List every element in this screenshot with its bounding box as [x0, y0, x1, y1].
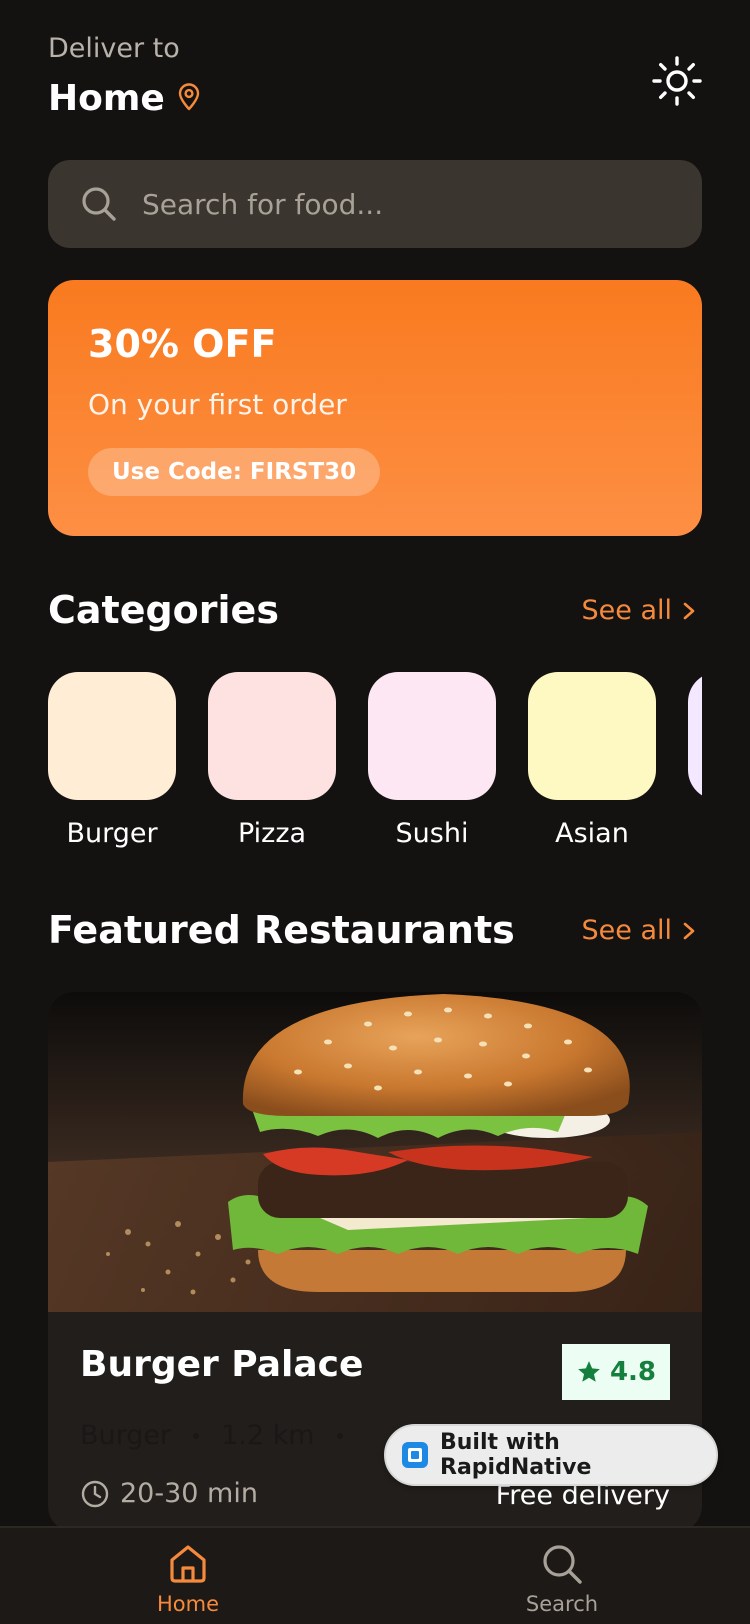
see-all-label: See all	[581, 915, 673, 946]
promo-title: 30% OFF	[88, 322, 277, 366]
see-all-label: See all	[581, 595, 673, 626]
search-icon	[82, 187, 116, 221]
search-bar[interactable]	[48, 160, 702, 248]
search-input[interactable]	[142, 187, 662, 221]
map-pin-icon	[177, 82, 205, 115]
chevron-right-icon	[683, 922, 695, 939]
sun-icon	[652, 56, 702, 106]
category-item-more[interactable]	[688, 672, 702, 818]
location-selector[interactable]: Home	[48, 78, 205, 119]
featured-see-all-link[interactable]: See all	[582, 915, 699, 946]
home-icon	[170, 1545, 206, 1583]
separator-dot	[193, 1432, 200, 1439]
delivery-time-row: 20-30 min	[80, 1478, 258, 1509]
built-with-badge[interactable]: Built with RapidNative	[384, 1424, 718, 1486]
category-item-burger[interactable]: Burger	[48, 672, 176, 849]
category-label: Burger	[66, 818, 158, 849]
theme-toggle-button[interactable]	[652, 56, 702, 106]
restaurant-cuisine: Burger	[80, 1420, 172, 1451]
category-tile	[368, 672, 496, 800]
clock-icon	[81, 1480, 109, 1507]
tab-search[interactable]: Search	[502, 1542, 622, 1616]
tab-home-label: Home	[156, 1592, 219, 1616]
restaurant-distance: 1.2 km	[221, 1420, 315, 1451]
category-label: Asian	[555, 818, 629, 849]
featured-restaurants-title: Featured Restaurants	[48, 908, 515, 952]
category-tile	[528, 672, 656, 800]
bottom-tab-bar: Home Search	[0, 1526, 750, 1624]
category-label: Sushi	[395, 818, 469, 849]
tab-search-label: Search	[525, 1592, 599, 1616]
rapidnative-logo-icon	[402, 1442, 428, 1468]
promo-subtitle: On your first order	[88, 388, 347, 421]
categories-see-all-link[interactable]: See all	[582, 595, 699, 626]
deliver-to-label: Deliver to	[48, 33, 180, 64]
category-item-pizza[interactable]: Pizza	[208, 672, 336, 849]
promo-code-badge[interactable]: Use Code: FIRST30	[88, 448, 381, 496]
category-label: Pizza	[237, 818, 307, 849]
category-tile	[208, 672, 336, 800]
separator-dot	[336, 1432, 343, 1439]
rating-value: 4.8	[609, 1357, 657, 1387]
categories-list[interactable]: Burger Pizza Sushi Asian	[48, 672, 702, 862]
category-item-asian[interactable]: Asian	[528, 672, 656, 849]
rating-badge: 4.8	[562, 1344, 670, 1400]
chevron-right-icon	[683, 602, 695, 619]
category-tile	[688, 672, 702, 800]
search-icon	[543, 1545, 582, 1584]
delivery-time: 20-30 min	[120, 1478, 258, 1509]
category-item-sushi[interactable]: Sushi	[368, 672, 496, 849]
category-tile	[48, 672, 176, 800]
promo-banner[interactable]: 30% OFF On your first order Use Code: FI…	[48, 280, 702, 536]
built-with-label: Built with RapidNative	[440, 1430, 592, 1480]
tab-home[interactable]: Home	[128, 1542, 248, 1616]
restaurant-image	[48, 992, 702, 1312]
star-icon	[578, 1361, 600, 1382]
location-name: Home	[48, 78, 165, 119]
categories-title: Categories	[48, 588, 279, 632]
home-screen: Deliver to Home Search for food... 30% O…	[0, 0, 750, 1624]
restaurant-name: Burger Palace	[80, 1344, 364, 1385]
restaurant-meta: Burger 1.2 km	[80, 1420, 343, 1451]
